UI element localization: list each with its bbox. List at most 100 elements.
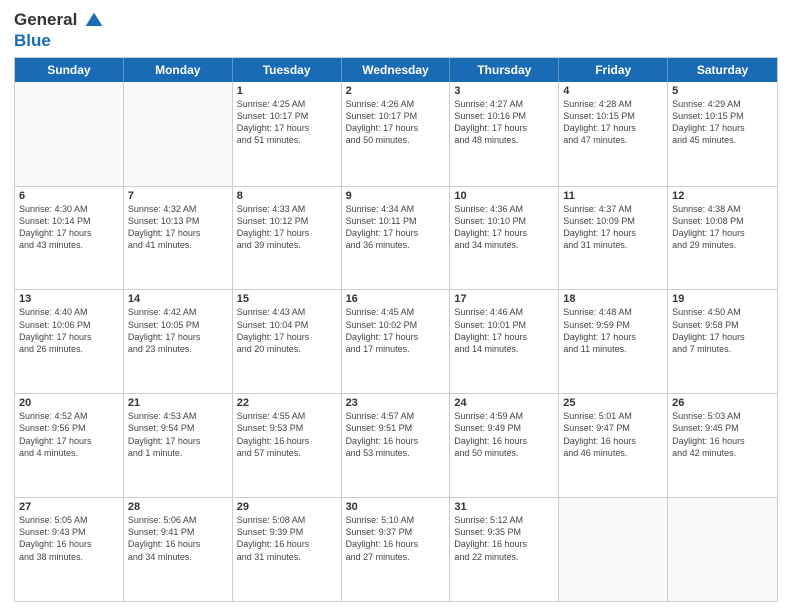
cell-info: Sunrise: 5:06 AM Sunset: 9:41 PM Dayligh… [128, 514, 228, 563]
cell-info: Sunrise: 5:12 AM Sunset: 9:35 PM Dayligh… [454, 514, 554, 563]
week-row-5: 27Sunrise: 5:05 AM Sunset: 9:43 PM Dayli… [15, 497, 777, 601]
week-row-1: 1Sunrise: 4:25 AM Sunset: 10:17 PM Dayli… [15, 82, 777, 186]
day-number: 29 [237, 501, 337, 513]
day-number: 22 [237, 397, 337, 409]
header: General Blue [14, 10, 778, 51]
cell-info: Sunrise: 5:03 AM Sunset: 9:45 PM Dayligh… [672, 410, 773, 459]
day-cell-23: 23Sunrise: 4:57 AM Sunset: 9:51 PM Dayli… [342, 394, 451, 497]
day-number: 1 [237, 85, 337, 97]
day-cell-3: 3Sunrise: 4:27 AM Sunset: 10:16 PM Dayli… [450, 82, 559, 186]
day-cell-19: 19Sunrise: 4:50 AM Sunset: 9:58 PM Dayli… [668, 290, 777, 393]
day-number: 6 [19, 190, 119, 202]
logo-blue: Blue [14, 31, 51, 50]
day-cell-5: 5Sunrise: 4:29 AM Sunset: 10:15 PM Dayli… [668, 82, 777, 186]
day-number: 24 [454, 397, 554, 409]
day-number: 7 [128, 190, 228, 202]
day-cell-7: 7Sunrise: 4:32 AM Sunset: 10:13 PM Dayli… [124, 187, 233, 290]
cell-info: Sunrise: 5:01 AM Sunset: 9:47 PM Dayligh… [563, 410, 663, 459]
day-number: 20 [19, 397, 119, 409]
day-number: 15 [237, 293, 337, 305]
calendar: SundayMondayTuesdayWednesdayThursdayFrid… [14, 57, 778, 602]
cell-info: Sunrise: 4:30 AM Sunset: 10:14 PM Daylig… [19, 203, 119, 252]
cell-info: Sunrise: 5:05 AM Sunset: 9:43 PM Dayligh… [19, 514, 119, 563]
day-cell-27: 27Sunrise: 5:05 AM Sunset: 9:43 PM Dayli… [15, 498, 124, 601]
empty-cell [15, 82, 124, 186]
day-cell-13: 13Sunrise: 4:40 AM Sunset: 10:06 PM Dayl… [15, 290, 124, 393]
day-cell-9: 9Sunrise: 4:34 AM Sunset: 10:11 PM Dayli… [342, 187, 451, 290]
day-number: 12 [672, 190, 773, 202]
cell-info: Sunrise: 4:27 AM Sunset: 10:16 PM Daylig… [454, 98, 554, 147]
day-number: 4 [563, 85, 663, 97]
empty-cell [559, 498, 668, 601]
cell-info: Sunrise: 5:10 AM Sunset: 9:37 PM Dayligh… [346, 514, 446, 563]
cell-info: Sunrise: 4:48 AM Sunset: 9:59 PM Dayligh… [563, 306, 663, 355]
day-number: 11 [563, 190, 663, 202]
day-cell-6: 6Sunrise: 4:30 AM Sunset: 10:14 PM Dayli… [15, 187, 124, 290]
calendar-header: SundayMondayTuesdayWednesdayThursdayFrid… [15, 58, 777, 82]
header-day-friday: Friday [559, 58, 668, 82]
logo-general: General [14, 10, 77, 29]
cell-info: Sunrise: 4:33 AM Sunset: 10:12 PM Daylig… [237, 203, 337, 252]
day-cell-2: 2Sunrise: 4:26 AM Sunset: 10:17 PM Dayli… [342, 82, 451, 186]
cell-info: Sunrise: 4:28 AM Sunset: 10:15 PM Daylig… [563, 98, 663, 147]
day-number: 26 [672, 397, 773, 409]
day-number: 25 [563, 397, 663, 409]
day-cell-30: 30Sunrise: 5:10 AM Sunset: 9:37 PM Dayli… [342, 498, 451, 601]
cell-info: Sunrise: 4:50 AM Sunset: 9:58 PM Dayligh… [672, 306, 773, 355]
week-row-3: 13Sunrise: 4:40 AM Sunset: 10:06 PM Dayl… [15, 289, 777, 393]
day-cell-31: 31Sunrise: 5:12 AM Sunset: 9:35 PM Dayli… [450, 498, 559, 601]
day-number: 23 [346, 397, 446, 409]
header-day-wednesday: Wednesday [342, 58, 451, 82]
day-cell-22: 22Sunrise: 4:55 AM Sunset: 9:53 PM Dayli… [233, 394, 342, 497]
cell-info: Sunrise: 4:57 AM Sunset: 9:51 PM Dayligh… [346, 410, 446, 459]
day-number: 19 [672, 293, 773, 305]
day-number: 28 [128, 501, 228, 513]
day-cell-12: 12Sunrise: 4:38 AM Sunset: 10:08 PM Dayl… [668, 187, 777, 290]
cell-info: Sunrise: 4:36 AM Sunset: 10:10 PM Daylig… [454, 203, 554, 252]
cell-info: Sunrise: 4:38 AM Sunset: 10:08 PM Daylig… [672, 203, 773, 252]
cell-info: Sunrise: 4:46 AM Sunset: 10:01 PM Daylig… [454, 306, 554, 355]
empty-cell [124, 82, 233, 186]
cell-info: Sunrise: 4:55 AM Sunset: 9:53 PM Dayligh… [237, 410, 337, 459]
cell-info: Sunrise: 4:43 AM Sunset: 10:04 PM Daylig… [237, 306, 337, 355]
day-number: 30 [346, 501, 446, 513]
day-cell-8: 8Sunrise: 4:33 AM Sunset: 10:12 PM Dayli… [233, 187, 342, 290]
day-cell-10: 10Sunrise: 4:36 AM Sunset: 10:10 PM Dayl… [450, 187, 559, 290]
day-number: 21 [128, 397, 228, 409]
day-number: 3 [454, 85, 554, 97]
day-cell-16: 16Sunrise: 4:45 AM Sunset: 10:02 PM Dayl… [342, 290, 451, 393]
day-cell-24: 24Sunrise: 4:59 AM Sunset: 9:49 PM Dayli… [450, 394, 559, 497]
logo: General Blue [14, 10, 104, 51]
day-cell-28: 28Sunrise: 5:06 AM Sunset: 9:41 PM Dayli… [124, 498, 233, 601]
header-day-monday: Monday [124, 58, 233, 82]
day-cell-21: 21Sunrise: 4:53 AM Sunset: 9:54 PM Dayli… [124, 394, 233, 497]
cell-info: Sunrise: 4:25 AM Sunset: 10:17 PM Daylig… [237, 98, 337, 147]
day-cell-11: 11Sunrise: 4:37 AM Sunset: 10:09 PM Dayl… [559, 187, 668, 290]
day-number: 31 [454, 501, 554, 513]
day-cell-26: 26Sunrise: 5:03 AM Sunset: 9:45 PM Dayli… [668, 394, 777, 497]
cell-info: Sunrise: 4:40 AM Sunset: 10:06 PM Daylig… [19, 306, 119, 355]
cell-info: Sunrise: 4:53 AM Sunset: 9:54 PM Dayligh… [128, 410, 228, 459]
day-cell-20: 20Sunrise: 4:52 AM Sunset: 9:56 PM Dayli… [15, 394, 124, 497]
cell-info: Sunrise: 4:37 AM Sunset: 10:09 PM Daylig… [563, 203, 663, 252]
day-number: 8 [237, 190, 337, 202]
cell-info: Sunrise: 5:08 AM Sunset: 9:39 PM Dayligh… [237, 514, 337, 563]
day-number: 14 [128, 293, 228, 305]
empty-cell [668, 498, 777, 601]
cell-info: Sunrise: 4:29 AM Sunset: 10:15 PM Daylig… [672, 98, 773, 147]
header-day-tuesday: Tuesday [233, 58, 342, 82]
day-number: 16 [346, 293, 446, 305]
page: General Blue SundayMondayTuesdayWednesda… [0, 0, 792, 612]
cell-info: Sunrise: 4:26 AM Sunset: 10:17 PM Daylig… [346, 98, 446, 147]
week-row-2: 6Sunrise: 4:30 AM Sunset: 10:14 PM Dayli… [15, 186, 777, 290]
day-cell-15: 15Sunrise: 4:43 AM Sunset: 10:04 PM Dayl… [233, 290, 342, 393]
day-number: 9 [346, 190, 446, 202]
day-number: 13 [19, 293, 119, 305]
day-number: 17 [454, 293, 554, 305]
day-number: 27 [19, 501, 119, 513]
day-number: 5 [672, 85, 773, 97]
day-cell-1: 1Sunrise: 4:25 AM Sunset: 10:17 PM Dayli… [233, 82, 342, 186]
cell-info: Sunrise: 4:45 AM Sunset: 10:02 PM Daylig… [346, 306, 446, 355]
header-day-thursday: Thursday [450, 58, 559, 82]
day-cell-18: 18Sunrise: 4:48 AM Sunset: 9:59 PM Dayli… [559, 290, 668, 393]
